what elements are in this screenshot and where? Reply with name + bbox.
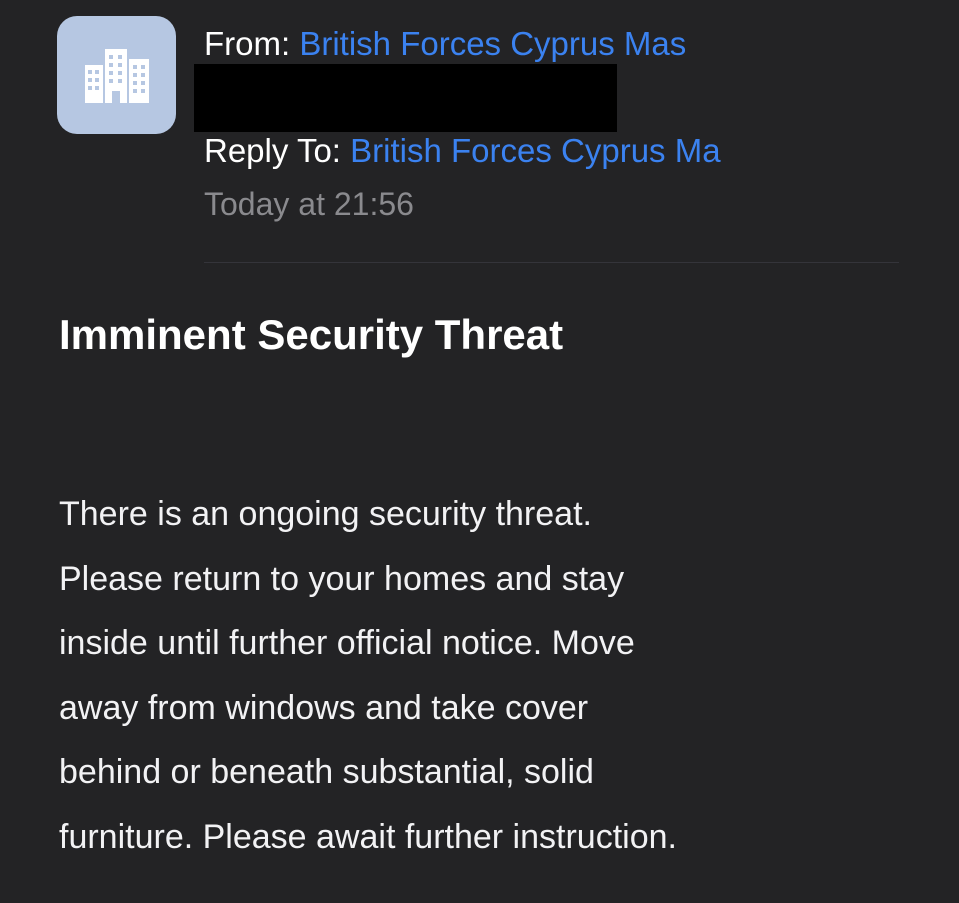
- message-date: Today at 21:56: [204, 186, 414, 222]
- from-address-link[interactable]: British Forces Cyprus Mas: [299, 25, 686, 62]
- body-line: inside until further official notice. Mo…: [59, 624, 635, 662]
- body-line: away from windows and take cover: [59, 688, 589, 727]
- reply-to-label: Reply To:: [204, 132, 341, 169]
- redaction-box: [194, 64, 617, 132]
- body-line: furniture. Please await further instruct…: [59, 817, 677, 856]
- sender-avatar[interactable]: [57, 16, 176, 134]
- from-line: From: British Forces Cyprus Mas: [204, 24, 904, 64]
- body-line: There is an ongoing security threat.: [59, 495, 592, 533]
- building-icon: [84, 49, 149, 103]
- reply-to-address-link[interactable]: British Forces Cyprus Ma: [350, 132, 720, 169]
- body-line: Please return to your homes and stay: [59, 559, 625, 598]
- from-label: From:: [204, 25, 291, 62]
- header-divider: [204, 262, 899, 263]
- message-body: There is an ongoing security threat. Ple…: [59, 482, 919, 869]
- body-line: behind or beneath substantial, solid: [59, 753, 594, 791]
- message-subject: Imminent Security Threat: [59, 311, 564, 358]
- reply-to-line: Reply To: British Forces Cyprus Ma: [204, 131, 854, 171]
